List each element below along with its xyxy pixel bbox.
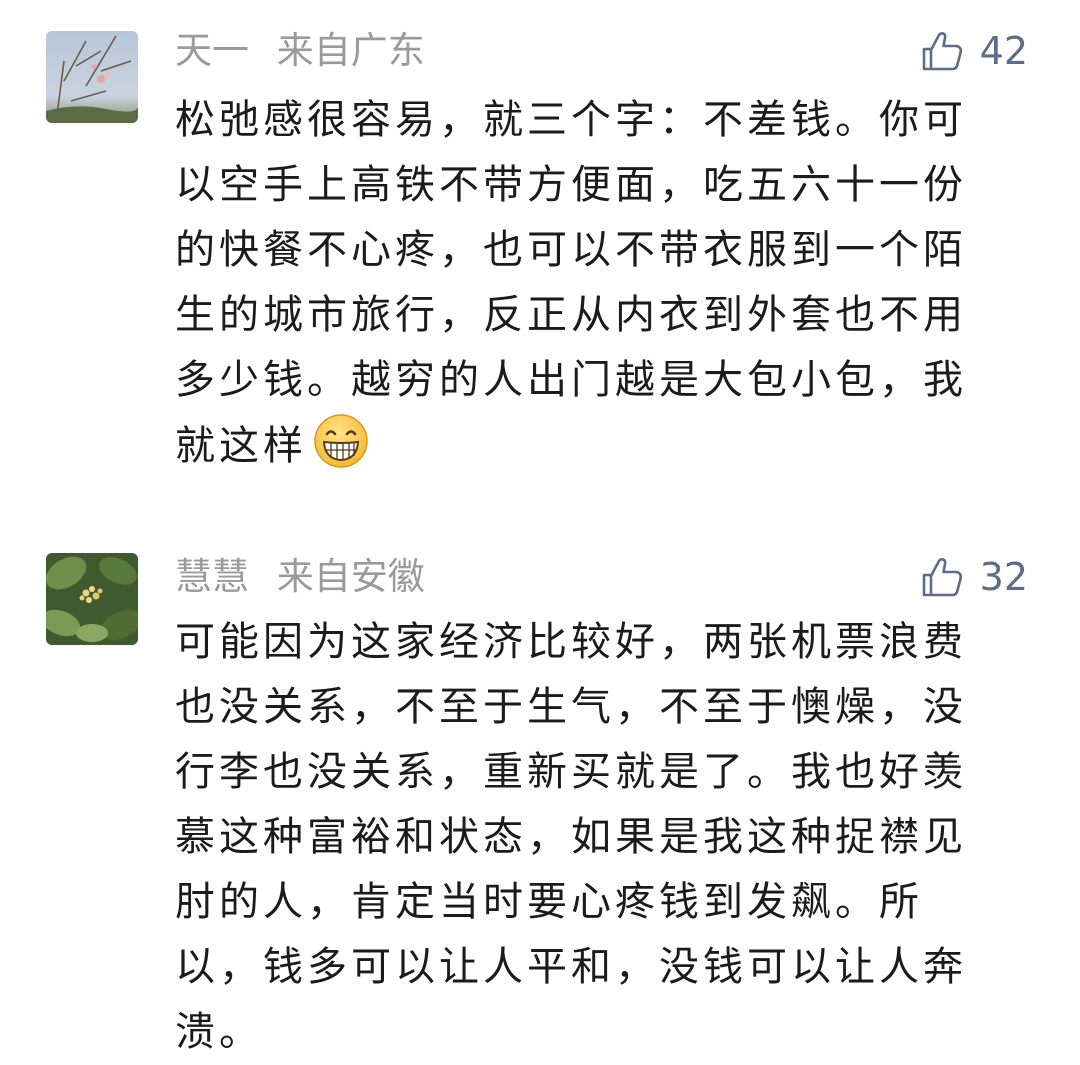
user-name[interactable]: 天一 xyxy=(175,29,249,72)
comment-text: 可能因为这家经济比较好，两张机票浪费也没关系，不至于生气，不至于懊燥，没行李也没… xyxy=(175,610,1007,1065)
like-count: 32 xyxy=(979,555,1028,599)
avatar[interactable] xyxy=(46,553,138,645)
avatar[interactable] xyxy=(46,31,138,123)
comment-meta: 慧慧 来自安徽 xyxy=(175,552,425,602)
comment-text: 松弛感很容易，就三个字：不差钱。你可以空手上高铁不带方便面，吃五六十一份的快餐不… xyxy=(175,88,1007,479)
grinning-emoji-icon xyxy=(314,414,368,468)
user-location: 来自广东 xyxy=(276,29,425,72)
thumbs-up-icon xyxy=(922,558,962,597)
comment-body: 可能因为这家经济比较好，两张机票浪费也没关系，不至于生气，不至于懊燥，没行李也没… xyxy=(175,619,967,1055)
comment-body: 松弛感很容易，就三个字：不差钱。你可以空手上高铁不带方便面，吃五六十一份的快餐不… xyxy=(175,97,967,469)
like-button[interactable]: 42 xyxy=(920,26,1028,76)
comment-meta: 天一 来自广东 xyxy=(175,26,425,76)
like-count: 42 xyxy=(979,29,1028,73)
like-button[interactable]: 32 xyxy=(920,552,1028,602)
user-name[interactable]: 慧慧 xyxy=(175,555,249,598)
thumbs-up-icon xyxy=(922,32,962,71)
user-location: 来自安徽 xyxy=(276,555,425,598)
